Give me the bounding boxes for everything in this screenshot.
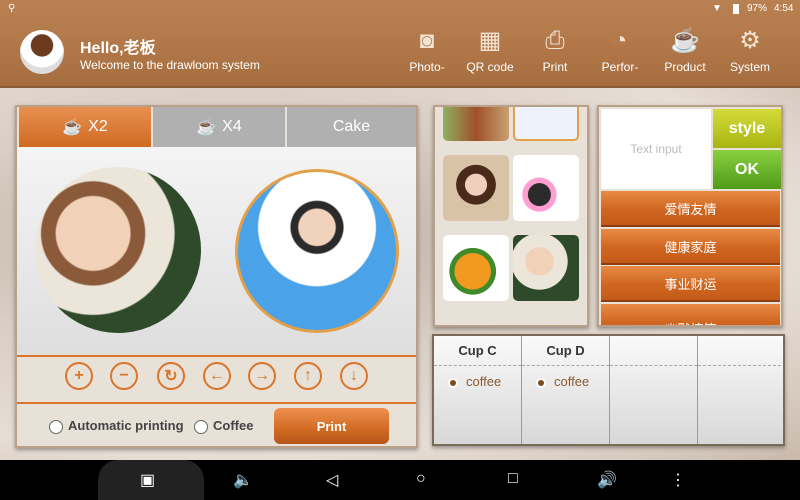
gallery-thumb[interactable] [513,107,579,141]
gallery-thumb[interactable] [443,235,509,301]
nav-print[interactable]: ⎙ Print [525,26,585,74]
category-career-wealth[interactable]: 事业财运 [601,266,780,302]
nav-performance[interactable]: ◔ Perfor- [590,26,650,74]
clock: 4:54 [774,3,794,14]
qr-icon: ▦ [478,27,502,54]
auto-print-radio[interactable]: Automatic printing [49,418,184,434]
tab-x4[interactable]: ☕ X4 [153,107,285,147]
cup-column: Cup Ccoffee [434,336,522,444]
gallery-thumb[interactable] [513,155,579,221]
cup-icon: ☕ [196,119,217,136]
coffee-radio[interactable]: Coffee [194,418,253,434]
volume-down-icon[interactable]: 🔈 [233,470,253,490]
photo-canvas [17,147,416,357]
cup-option[interactable]: coffee [434,366,521,389]
category-love-friendship[interactable]: 爱情友情 [601,191,780,227]
wifi-icon: ▼ [712,3,722,14]
ok-button[interactable]: OK [713,150,781,189]
zoom-in-icon[interactable]: + [65,362,93,390]
home-icon[interactable]: ○ [416,470,426,488]
nav-qr-code[interactable]: ▦ QR code [460,26,520,74]
gallery-thumb[interactable] [513,235,579,301]
welcome-text: Welcome to the drawloom system [80,58,260,72]
recents-icon[interactable]: □ [508,470,518,488]
back-icon[interactable]: ◁ [326,470,338,490]
tab-cake[interactable]: Cake [287,107,416,147]
cup-option[interactable]: coffee [522,366,609,389]
cup-column [610,336,698,444]
category-health-family[interactable]: 健康家庭 [601,229,780,265]
volume-up-icon[interactable]: 🔊 [597,470,617,490]
gallery-thumb[interactable] [443,107,509,141]
nav-product[interactable]: ☕ Product [655,26,715,74]
text-input[interactable]: Text input [601,109,711,189]
arrow-left-icon[interactable]: ← [203,362,231,390]
search-icon[interactable]: ⚲ [8,3,15,14]
battery-level: 97% [747,3,768,14]
category-humor[interactable]: 幽默搞笑 [601,304,780,325]
image-gallery[interactable] [433,105,589,327]
android-nav-bar: ▣ 🔈 ◁ ○ □ 🔊 ⋮ [0,460,800,500]
battery-icon [733,4,739,14]
cup-column: Cup Dcoffee [522,336,610,444]
pie-chart-icon: ◔ [612,27,628,54]
photo-panel: ☕ X2 ☕ X4 Cake + − ↻ ← → ↑ ↓ Automatic pri… [15,105,418,448]
man-photo[interactable] [235,169,399,333]
nav-photo[interactable]: ◙ Photo- [397,26,457,74]
zoom-out-icon[interactable]: − [110,362,138,390]
gallery-thumb[interactable] [443,155,509,221]
child-photo[interactable] [35,167,201,333]
cup-table: Cup Ccoffee Cup Dcoffee [432,334,785,446]
tab-x2[interactable]: ☕ X2 [19,107,151,147]
print-button[interactable]: Print [274,408,389,444]
camera-icon: ◙ [419,27,435,54]
rotate-icon[interactable]: ↻ [157,362,185,390]
nav-system[interactable]: ⚙ System [720,26,780,74]
coffee-logo [20,30,64,74]
cup-icon: ☕ [670,27,700,54]
cup-column [698,336,783,444]
arrow-right-icon[interactable]: → [248,362,276,390]
screenshot-icon[interactable]: ▣ [140,470,155,490]
printer-icon: ⎙ [545,27,565,54]
arrow-down-icon[interactable]: ↓ [340,362,368,390]
text-panel: Text input style OK 爱情友情 健康家庭 事业财运 幽默搞笑 [597,105,783,327]
gear-icon: ⚙ [739,27,761,54]
header: ⚲ ▼ 97% 4:54 Hello,老板 Welcome to the dra… [0,0,800,88]
cup-icon: ☕ [62,119,83,136]
arrow-up-icon[interactable]: ↑ [294,362,322,390]
more-icon[interactable]: ⋮ [670,470,686,490]
style-button[interactable]: style [713,109,781,148]
greeting: Hello,老板 [80,40,156,57]
